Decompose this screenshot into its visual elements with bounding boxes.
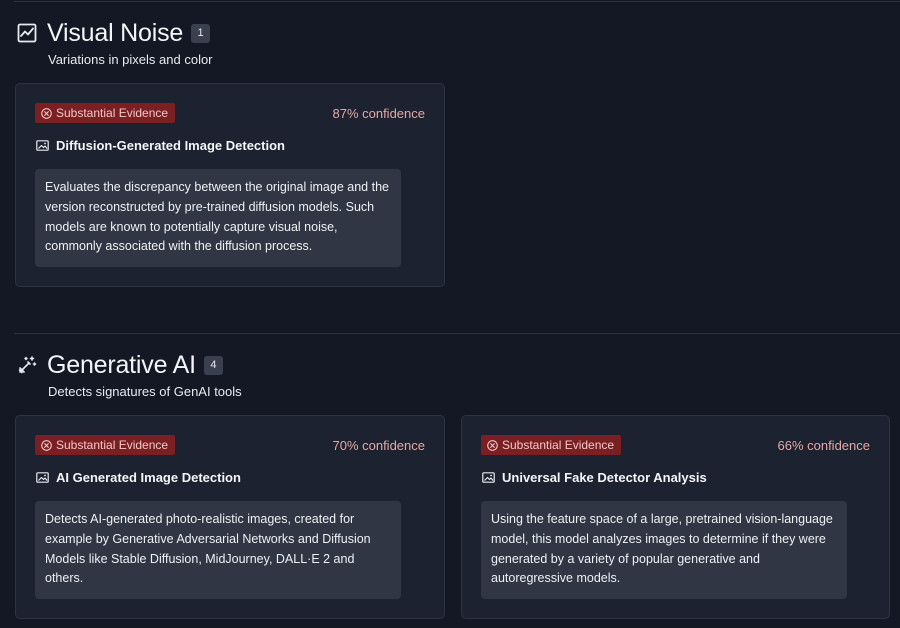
card-description: Evaluates the discrepancy between the or… — [35, 169, 401, 268]
result-card-diffusion[interactable]: Substantial Evidence 87% confidence Diff… — [15, 83, 445, 287]
image-icon — [482, 472, 495, 483]
section-divider — [14, 333, 900, 334]
section-title: Visual Noise — [47, 18, 184, 47]
confidence-score: 66% confidence — [777, 437, 870, 453]
section-title: Generative AI — [47, 350, 196, 379]
count-badge: 1 — [191, 23, 211, 43]
section-subtitle: Variations in pixels and color — [48, 52, 213, 67]
count-badge: 4 — [203, 355, 223, 375]
x-circle-icon — [487, 439, 498, 451]
card-title: Universal Fake Detector Analysis — [502, 470, 707, 485]
evidence-badge: Substantial Evidence — [35, 103, 176, 123]
chart-line-icon — [17, 23, 37, 43]
section-subtitle: Detects signatures of GenAI tools — [48, 384, 242, 399]
card-title: Diffusion-Generated Image Detection — [56, 138, 285, 153]
evidence-label: Substantial Evidence — [56, 106, 169, 120]
card-description: Using the feature space of a large, pret… — [481, 501, 847, 600]
section-header-visual-noise: Visual Noise 1 Variations in pixels and … — [17, 18, 213, 67]
confidence-score: 70% confidence — [332, 437, 425, 453]
section-header-generative-ai: Generative AI 4 Detects signatures of Ge… — [17, 350, 242, 399]
result-card-ai-generated[interactable]: Substantial Evidence 70% confidence AI G… — [15, 415, 445, 619]
evidence-badge: Substantial Evidence — [481, 435, 622, 455]
image-icon — [36, 472, 49, 483]
evidence-label: Substantial Evidence — [502, 438, 615, 452]
x-circle-icon — [41, 439, 52, 451]
magic-wand-icon — [17, 355, 37, 375]
confidence-score: 87% confidence — [332, 105, 425, 121]
x-circle-icon — [41, 107, 52, 119]
evidence-label: Substantial Evidence — [56, 438, 169, 452]
image-icon — [36, 140, 49, 151]
analysis-results-page: Visual Noise 1 Variations in pixels and … — [0, 0, 900, 628]
card-description: Detects AI-generated photo-realistic ima… — [35, 501, 401, 600]
card-title: AI Generated Image Detection — [56, 470, 241, 485]
result-card-universal-fake[interactable]: Substantial Evidence 66% confidence Univ… — [461, 415, 890, 619]
evidence-badge: Substantial Evidence — [35, 435, 176, 455]
top-divider — [14, 1, 900, 2]
